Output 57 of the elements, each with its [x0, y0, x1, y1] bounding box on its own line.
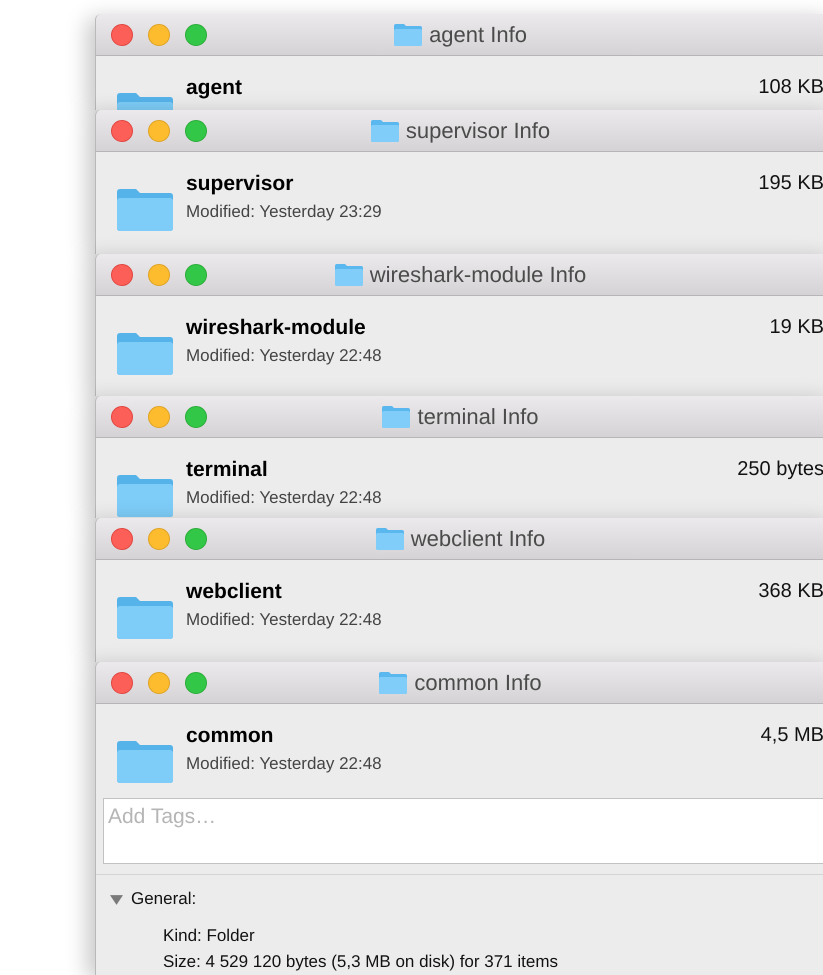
minimize-button[interactable] — [148, 24, 170, 46]
folder-icon — [378, 670, 408, 694]
folder-icon — [334, 262, 364, 286]
minimize-button[interactable] — [148, 120, 170, 142]
folder-name: terminal — [186, 458, 268, 482]
close-button[interactable] — [111, 528, 133, 550]
close-button[interactable] — [111, 406, 133, 428]
window-title: terminal Info — [417, 404, 539, 430]
folder-icon — [116, 188, 174, 232]
folder-name: supervisor — [186, 172, 294, 196]
minimize-button[interactable] — [148, 528, 170, 550]
close-button[interactable] — [111, 672, 133, 694]
zoom-button[interactable] — [185, 120, 207, 142]
section-label[interactable]: General: — [131, 889, 196, 909]
window-title: supervisor Info — [406, 118, 550, 144]
folder-icon — [393, 22, 424, 46]
folder-icon — [381, 404, 412, 428]
window-title: webclient Info — [410, 526, 546, 552]
modified-date: Modified: Yesterday 22:48 — [186, 754, 383, 774]
folder-icon — [116, 332, 174, 376]
folder-icon — [374, 526, 405, 550]
zoom-button[interactable] — [185, 672, 207, 694]
folder-size: 250 bytes — [737, 458, 823, 482]
minimize-button[interactable] — [148, 406, 170, 428]
modified-date: Modified: Yesterday 22:48 — [186, 488, 383, 508]
folder-icon — [116, 740, 174, 784]
folder-size: 368 KB — [758, 580, 823, 604]
folder-icon — [370, 118, 400, 142]
tags-field[interactable]: Add Tags… — [103, 798, 823, 864]
folder-icon — [116, 596, 174, 640]
size-text: Size: 4 529 120 bytes (5,3 MB on disk) for 371 items — [163, 951, 559, 973]
folder-size: 19 KB — [770, 316, 823, 340]
folder-name: common — [186, 724, 274, 748]
zoom-button[interactable] — [185, 264, 207, 286]
kind-text: Kind: Folder — [163, 925, 256, 947]
window-title: wireshark-module Info — [370, 262, 586, 288]
zoom-button[interactable] — [185, 406, 207, 428]
minimize-button[interactable] — [148, 264, 170, 286]
minimize-button[interactable] — [148, 672, 170, 694]
window-title: common Info — [414, 670, 542, 696]
folder-size: 195 KB — [758, 172, 823, 196]
zoom-button[interactable] — [185, 528, 207, 550]
modified-date: Modified: Yesterday 23:29 — [186, 202, 383, 222]
close-button[interactable] — [111, 264, 133, 286]
disclosure-triangle-icon[interactable] — [110, 892, 123, 906]
folder-name: wireshark-module — [186, 316, 366, 340]
folder-name: webclient — [186, 580, 282, 604]
zoom-button[interactable] — [185, 24, 207, 46]
modified-date: Modified: Yesterday 22:48 — [186, 610, 383, 630]
close-button[interactable] — [111, 24, 133, 46]
folder-size: 108 KB — [758, 76, 823, 100]
window-title: agent Info — [429, 22, 527, 48]
close-button[interactable] — [111, 120, 133, 142]
modified-date: Modified: Yesterday 22:48 — [186, 346, 383, 366]
folder-name: agent — [186, 76, 242, 100]
folder-size: 4,5 MB — [760, 724, 823, 748]
folder-icon — [116, 474, 174, 518]
